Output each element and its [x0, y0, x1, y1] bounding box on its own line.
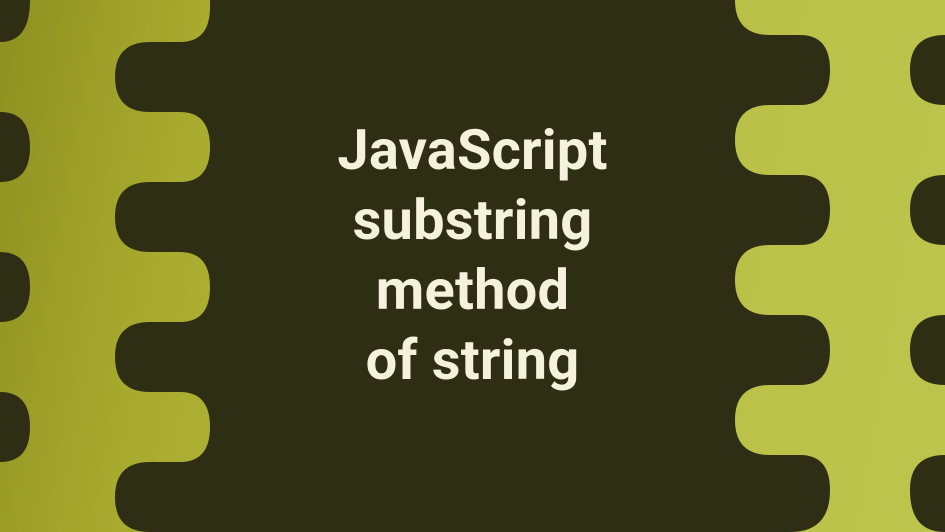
- title-line-1: JavaScript: [337, 115, 607, 185]
- title-line-3: method: [337, 255, 607, 325]
- banner-title: JavaScript substring method of string: [337, 115, 607, 395]
- title-line-4: of string: [337, 325, 607, 395]
- site-watermark: codevscolor.com: [600, 476, 805, 506]
- title-line-2: substring: [337, 185, 607, 255]
- banner-graphic: JavaScript substring method of string co…: [0, 0, 945, 532]
